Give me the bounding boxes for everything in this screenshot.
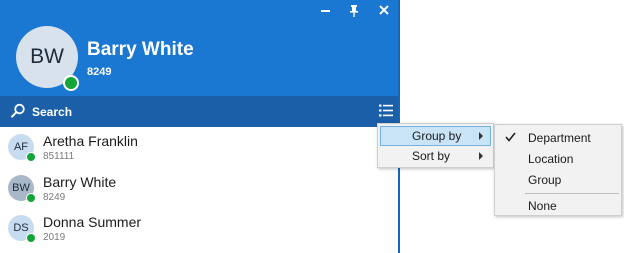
page: BW Barry White 8249 AF bbox=[0, 0, 624, 253]
contact-extension: 8249 bbox=[43, 192, 66, 203]
contact-name: Aretha Franklin bbox=[43, 133, 138, 149]
close-button[interactable] bbox=[371, 2, 397, 20]
submenu-item-none[interactable]: None bbox=[497, 196, 619, 216]
view-options-menu: Group by Sort by bbox=[377, 123, 494, 168]
list-view-icon[interactable] bbox=[379, 104, 393, 117]
submenu-item-label: Department bbox=[528, 131, 591, 145]
search-bar bbox=[0, 96, 398, 127]
pin-button[interactable] bbox=[341, 2, 367, 20]
submenu-item-location[interactable]: Location bbox=[497, 149, 619, 169]
submenu-arrow-icon bbox=[479, 132, 483, 140]
menu-item-sort-by[interactable]: Sort by bbox=[380, 146, 491, 166]
submenu-item-label: Location bbox=[528, 152, 574, 166]
minimize-icon bbox=[320, 10, 330, 12]
search-icon bbox=[10, 103, 25, 118]
menu-item-group-by[interactable]: Group by bbox=[380, 126, 491, 146]
profile-header: BW Barry White 8249 bbox=[0, 0, 398, 96]
menu-separator bbox=[525, 193, 619, 194]
minimize-button[interactable] bbox=[312, 2, 338, 20]
contact-extension: 851111 bbox=[43, 151, 75, 162]
pin-icon bbox=[350, 5, 358, 17]
contact-presence-indicator bbox=[26, 193, 36, 203]
menu-item-label: Sort by bbox=[412, 149, 451, 163]
user-presence-indicator bbox=[63, 75, 79, 91]
submenu-item-department[interactable]: Department bbox=[497, 128, 619, 148]
check-icon bbox=[505, 132, 516, 142]
submenu-item-group[interactable]: Group bbox=[497, 170, 619, 190]
submenu-item-label: Group bbox=[528, 173, 562, 187]
submenu-arrow-icon bbox=[479, 152, 483, 160]
contacts-window: BW Barry White 8249 AF bbox=[0, 0, 400, 253]
user-extension: 8249 bbox=[87, 66, 112, 78]
user-initials: BW bbox=[30, 45, 64, 68]
menu-item-label: Group by bbox=[412, 129, 462, 143]
submenu-item-label: None bbox=[528, 199, 557, 213]
contact-presence-indicator bbox=[26, 233, 36, 243]
contact-name: Donna Summer bbox=[43, 214, 142, 230]
contact-extension: 2019 bbox=[43, 232, 66, 243]
user-name: Barry White bbox=[87, 39, 194, 60]
contact-row[interactable]: BW Barry White 8249 bbox=[0, 169, 398, 209]
group-by-submenu: Department Location Group None bbox=[494, 124, 622, 216]
close-icon bbox=[379, 5, 389, 15]
contact-name: Barry White bbox=[43, 174, 117, 190]
contact-row[interactable]: DS Donna Summer 2019 bbox=[0, 209, 398, 249]
contact-initials: AF bbox=[13, 141, 29, 153]
search-input[interactable] bbox=[32, 102, 362, 121]
contact-row[interactable]: AF Aretha Franklin 851111 bbox=[0, 128, 398, 168]
contact-initials: DS bbox=[13, 222, 29, 234]
contact-presence-indicator bbox=[26, 152, 36, 162]
contact-initials: BW bbox=[12, 182, 30, 194]
